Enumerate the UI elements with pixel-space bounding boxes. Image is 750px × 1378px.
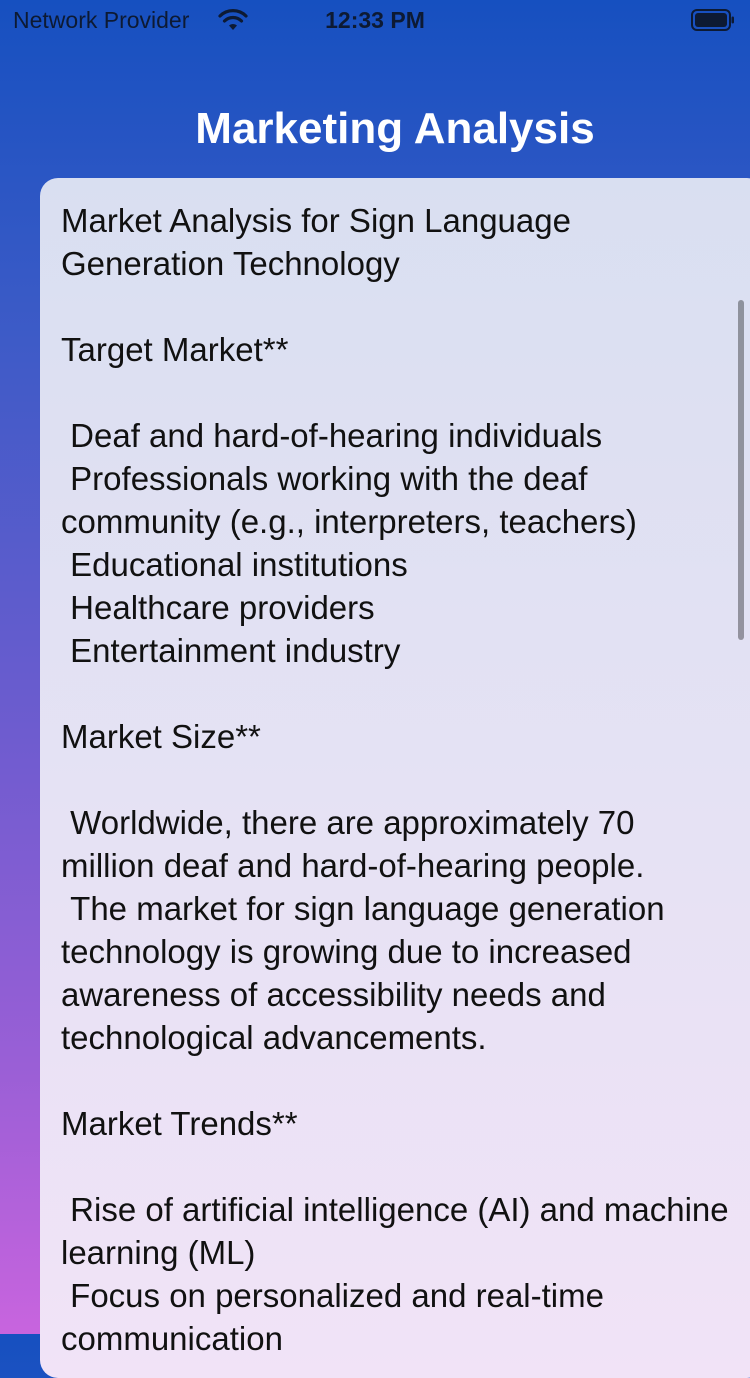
- status-time: 12:33 PM: [325, 7, 425, 33]
- analysis-text: Market Analysis for Sign Language Genera…: [61, 202, 729, 1357]
- scrollbar[interactable]: [738, 300, 744, 640]
- page-title: Marketing Analysis: [195, 104, 595, 153]
- analysis-text-view[interactable]: Market Analysis for Sign Language Genera…: [40, 178, 750, 1378]
- status-bar: Network Provider 12:33 PM: [0, 0, 750, 40]
- battery-icon: [691, 9, 734, 31]
